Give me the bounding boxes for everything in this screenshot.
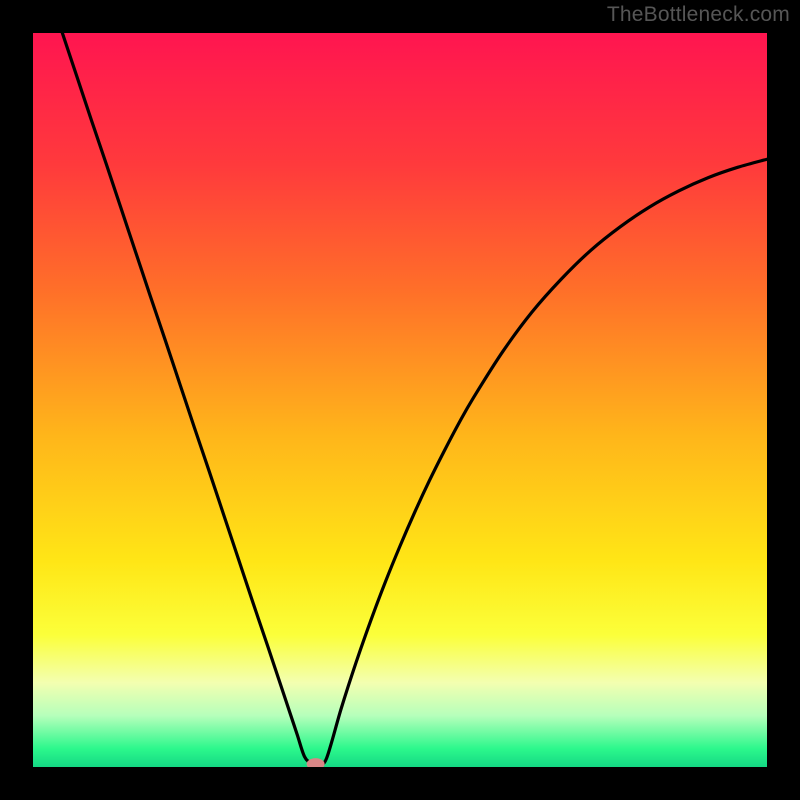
bottleneck-curve	[62, 33, 767, 764]
bottleneck-max-marker	[307, 758, 325, 767]
chart-frame: TheBottleneck.com	[0, 0, 800, 800]
plot-area	[33, 33, 767, 767]
bottleneck-curve-svg	[33, 33, 767, 767]
attribution-text: TheBottleneck.com	[607, 3, 790, 27]
